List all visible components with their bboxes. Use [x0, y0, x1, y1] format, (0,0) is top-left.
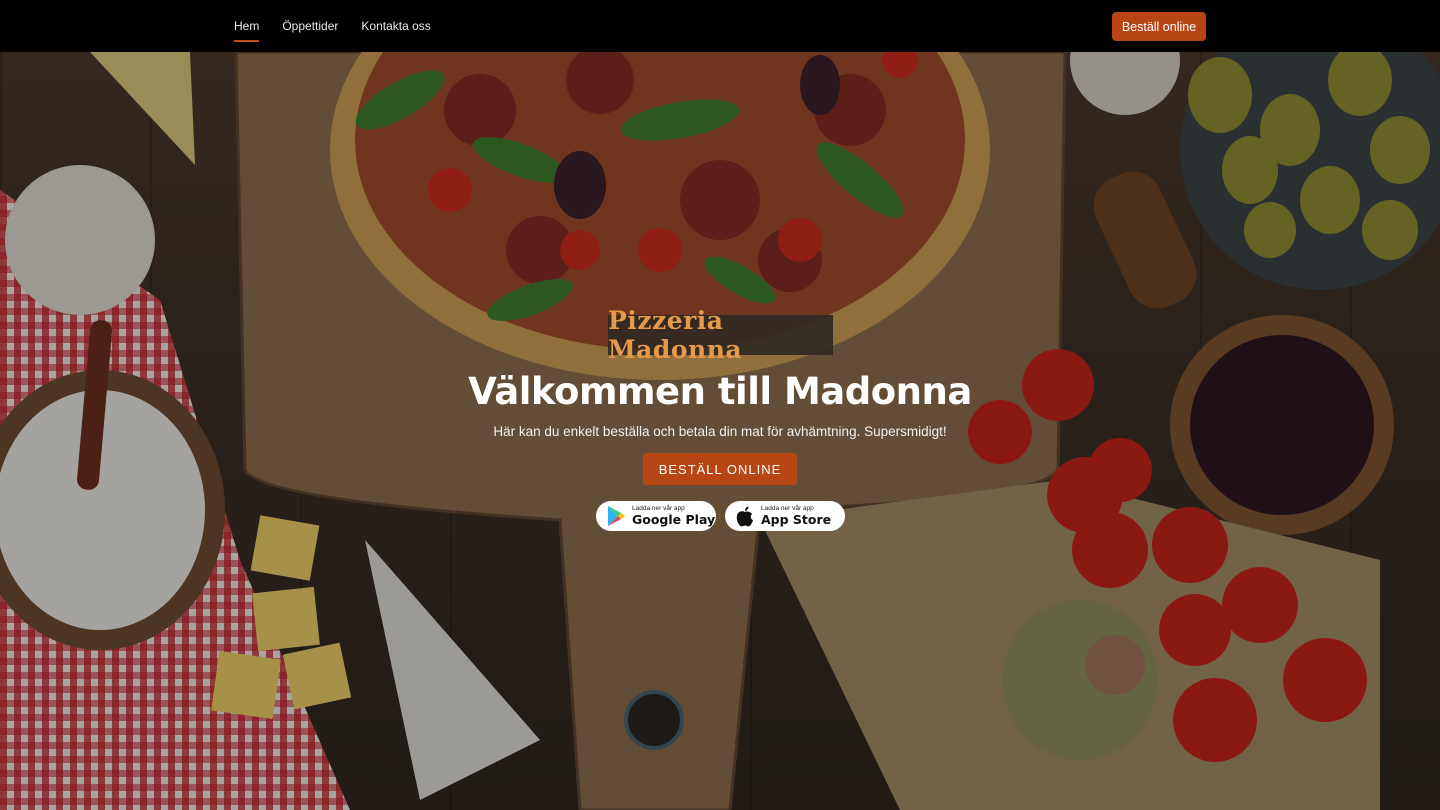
top-navigation-bar: Hem Öppettider Kontakta oss Beställ onli…	[0, 0, 1440, 52]
nav-item-oppettider[interactable]: Öppettider	[282, 13, 338, 39]
order-online-button[interactable]: Beställ online	[1112, 12, 1206, 41]
google-play-icon	[605, 505, 627, 527]
apple-icon	[734, 505, 756, 527]
hero-subtitle: Här kan du enkelt beställa och betala di…	[493, 424, 947, 439]
main-nav: Hem Öppettider Kontakta oss	[234, 0, 431, 52]
store-badge-name: App Store	[761, 511, 832, 527]
nav-item-hem[interactable]: Hem	[234, 13, 260, 42]
store-badge-name: Google Play	[632, 511, 716, 527]
app-store-badge[interactable]: Ladda ner vår app App Store	[725, 501, 845, 531]
nav-item-kontakta-oss[interactable]: Kontakta oss	[361, 13, 430, 39]
google-play-badge[interactable]: Ladda ner vår app Google Play	[596, 501, 716, 531]
brand-logo-text: Pizzeria Madonna	[608, 306, 833, 364]
hero-title: Välkommen till Madonna	[468, 370, 972, 413]
hero-order-button[interactable]: BESTÄLL ONLINE	[643, 453, 797, 485]
